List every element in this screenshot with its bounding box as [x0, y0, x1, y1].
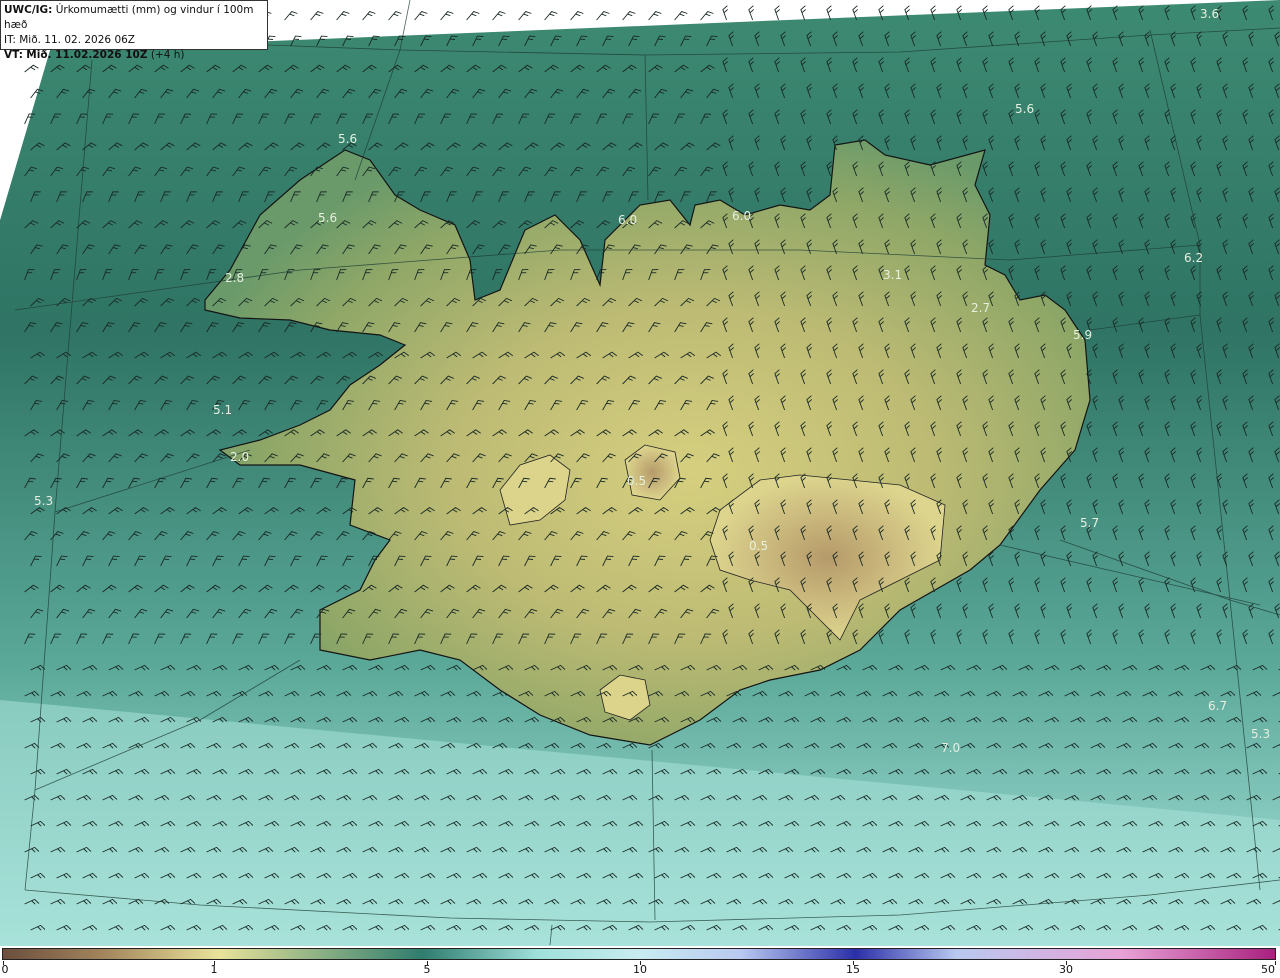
value-label: 2.0	[230, 450, 250, 464]
colorbar-label: 50	[1261, 963, 1275, 976]
value-label: 5.7	[1080, 516, 1100, 530]
wind-barb	[544, 11, 558, 21]
value-label: 5.9	[1073, 328, 1093, 342]
value-label: 6.0	[732, 209, 752, 223]
value-label: 5.3	[34, 494, 54, 508]
value-label: 5.6	[338, 132, 358, 146]
wind-barb	[674, 11, 688, 21]
initial-time: IT: Mið. 11. 02. 2026 06Z	[4, 34, 135, 46]
valid-time-label: VT:	[4, 49, 23, 61]
wind-barb	[440, 11, 454, 21]
wind-barb	[722, 5, 729, 21]
value-label: 2.8	[225, 271, 245, 285]
wind-barb	[748, 5, 755, 21]
value-label: 3.6	[1200, 7, 1220, 21]
wind-barb	[700, 11, 714, 21]
map-canvas	[0, 0, 1280, 946]
colorbar-strip	[2, 948, 1276, 960]
value-label: 6.7	[1208, 699, 1228, 713]
wind-barb	[596, 11, 610, 21]
value-label: 2.7	[971, 301, 991, 315]
colorbar-label: 0	[1, 963, 9, 976]
value-label: 0.5	[749, 539, 769, 553]
value-label: 5.6	[318, 211, 338, 225]
value-label: 7.0	[941, 741, 961, 755]
map-title-box: UWC/IG: Úrkomumætti (mm) og vindur í 100…	[0, 0, 268, 61]
colorbar: 0 1 5 10 15 30 50	[0, 946, 1280, 978]
colorbar-label: 30	[1059, 963, 1073, 976]
wind-barb	[622, 11, 636, 21]
wind-barb	[800, 5, 807, 21]
colorbar-label: 5	[423, 963, 431, 976]
value-label: 6.2	[1184, 251, 1204, 265]
value-label: 3.1	[883, 268, 903, 282]
colorbar-tick	[1275, 961, 1276, 965]
wind-barb	[518, 11, 532, 21]
wind-barb	[466, 11, 480, 21]
forecast-offset: (+4 h)	[150, 49, 185, 61]
model-name: UWC/IG:	[4, 4, 53, 16]
value-label: 0.5	[627, 474, 647, 488]
colorbar-label: 1	[210, 963, 218, 976]
title-line: UWC/IG: Úrkomumætti (mm) og vindur í 100…	[4, 3, 264, 33]
wind-barb	[414, 11, 428, 21]
wind-barb	[388, 11, 402, 21]
value-label: 6.0	[618, 213, 638, 227]
wind-barb	[336, 11, 350, 21]
wind-barb	[570, 11, 584, 21]
wind-barb	[648, 11, 662, 21]
colorbar-label: 15	[846, 963, 860, 976]
valid-time-line: VT: Mið. 11.02.2026 10Z (+4 h)	[4, 48, 264, 63]
wind-barb	[774, 5, 781, 21]
wind-barb	[284, 11, 298, 21]
value-label: 5.3	[1251, 727, 1271, 741]
colorbar-label: 10	[633, 963, 647, 976]
forecast-map: 3.6 5.6 5.6 5.6 6.0 6.0 2.8 3.1 6.2 2.7 …	[0, 0, 1280, 946]
valid-time: Mið. 11.02.2026 10Z	[26, 49, 148, 61]
value-label: 5.6	[1015, 102, 1035, 116]
wind-barb	[826, 5, 833, 21]
wind-barb	[310, 11, 324, 21]
value-label: 5.1	[213, 403, 233, 417]
wind-barb	[492, 11, 506, 21]
wind-barb	[362, 11, 376, 21]
